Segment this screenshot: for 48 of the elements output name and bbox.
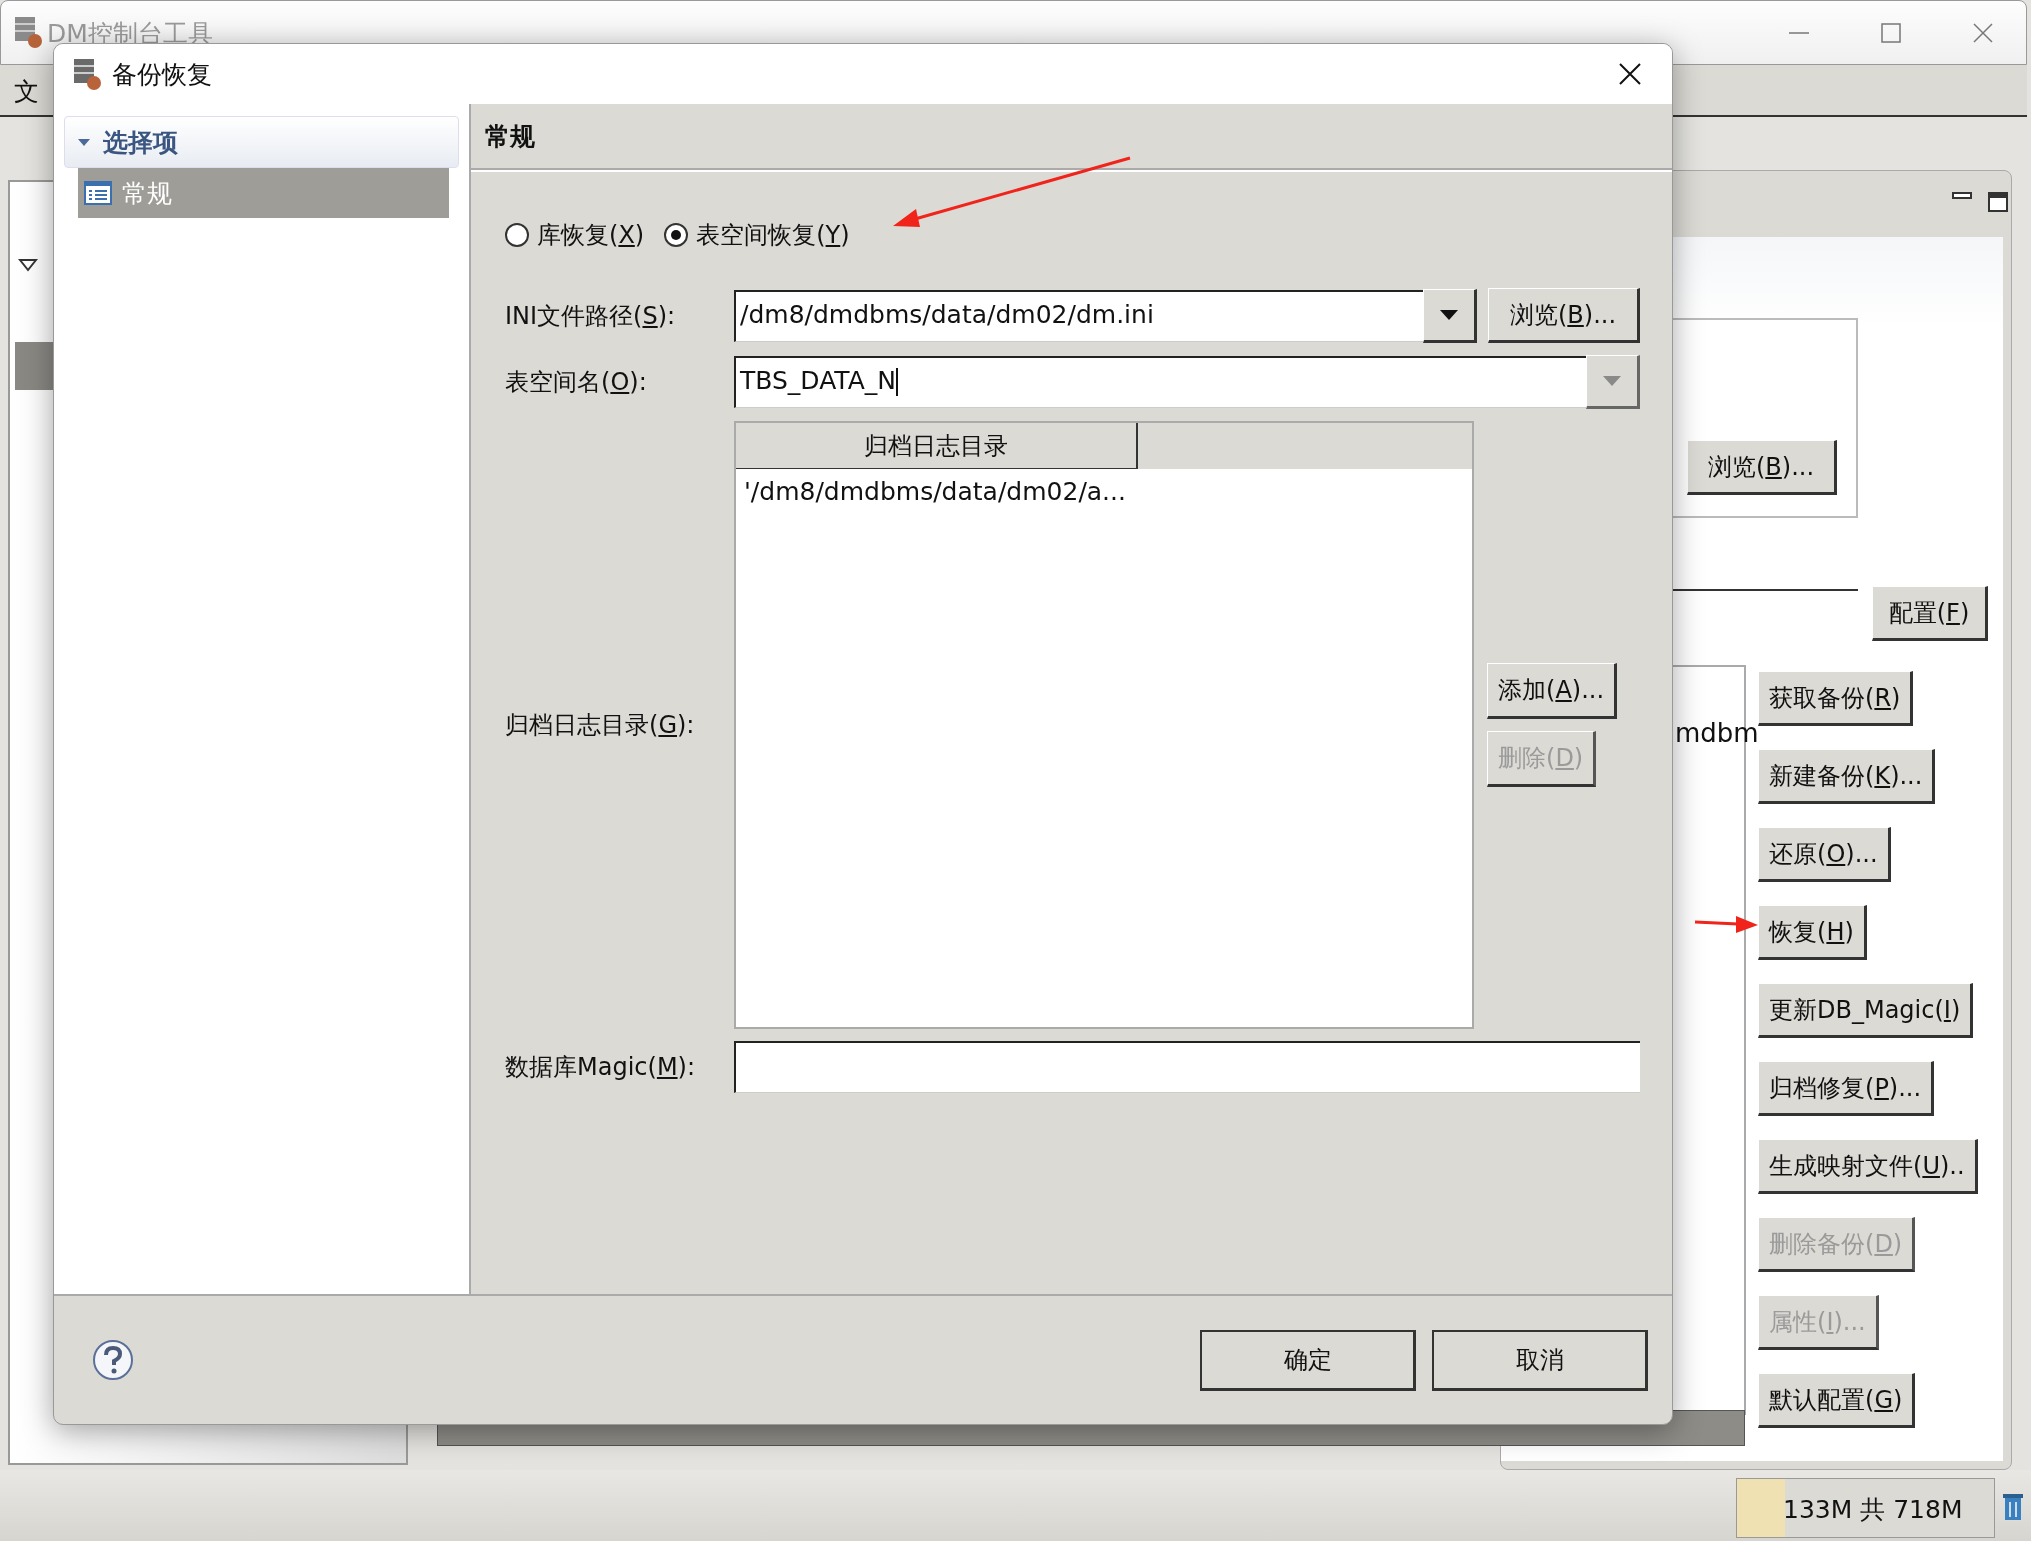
dropdown-button[interactable] — [1423, 288, 1477, 343]
radio-button[interactable]: 库恢复(X) — [505, 219, 645, 251]
radio-button[interactable]: 表空间恢复(Y) — [664, 219, 850, 251]
ini-path-field[interactable]: /dm8/dmdbms/data/dm02/dm.ini — [734, 289, 1423, 342]
browse-button[interactable]: 浏览(B)... — [1687, 440, 1837, 495]
browse-button[interactable]: 浏览(B)... — [1488, 288, 1640, 343]
triangle-icon[interactable] — [18, 258, 38, 272]
database-icon — [72, 57, 102, 91]
radio-circle[interactable] — [505, 223, 529, 247]
tree-node[interactable]: 选择项 — [64, 116, 459, 168]
field-label: 数据库Magic(M): — [505, 1052, 697, 1083]
action-button[interactable]: 恢复(H) — [1758, 905, 1867, 960]
field-label: 表空间名(O): — [505, 367, 648, 398]
field-label: 归档日志目录(G): — [505, 710, 696, 741]
tree-label: 选择项 — [103, 126, 178, 159]
action-button[interactable]: 归档修复(P)... — [1758, 1061, 1935, 1116]
action-button[interactable]: 获取备份(R) — [1758, 671, 1914, 726]
caret-icon — [1439, 308, 1459, 321]
memory-text: 133M 共 718M — [1783, 1494, 1963, 1526]
page-title: 常规 — [485, 120, 535, 153]
table-cell[interactable]: '/dm8/dmdbms/data/dm02/a... — [744, 477, 1126, 506]
cancel-button[interactable]: 取消 — [1432, 1329, 1648, 1391]
action-button[interactable]: 更新DB_Magic(I) — [1758, 983, 1974, 1038]
arrow — [1694, 916, 1758, 933]
toolbar-block — [15, 342, 55, 390]
magic-field[interactable] — [734, 1041, 1640, 1093]
add-button[interactable]: 添加(A)... — [1487, 663, 1618, 719]
action-button[interactable]: 还原(O)... — [1758, 827, 1891, 882]
maximize-icon[interactable] — [1988, 192, 2008, 212]
config-button[interactable]: 配置(F) — [1872, 586, 1988, 641]
caret-icon — [1602, 375, 1622, 387]
minimize-icon[interactable] — [1952, 190, 1972, 202]
field-label: INI文件路径(S): — [505, 300, 677, 332]
tree-label: 常规 — [122, 177, 172, 210]
close-icon[interactable] — [1618, 62, 1642, 86]
help-icon[interactable] — [92, 1339, 134, 1381]
action-button[interactable]: 新建备份(K)... — [1758, 749, 1936, 804]
list-item[interactable]: mdbm — [1675, 718, 1759, 748]
ok-button[interactable]: 确定 — [1200, 1329, 1416, 1391]
trash-icon[interactable] — [2002, 1492, 2024, 1522]
tablespace-field[interactable]: TBS_DATA_N — [734, 356, 1586, 408]
database-icon — [13, 15, 43, 49]
radio-circle[interactable] — [664, 223, 689, 247]
menu-item[interactable]: 文 — [14, 77, 39, 106]
dialog-title: 备份恢复 — [112, 58, 212, 91]
action-button[interactable]: 默认配置(G) — [1758, 1373, 1916, 1428]
list-icon — [84, 181, 112, 205]
action-button[interactable]: 生成映射文件(U).. — [1758, 1139, 1978, 1194]
